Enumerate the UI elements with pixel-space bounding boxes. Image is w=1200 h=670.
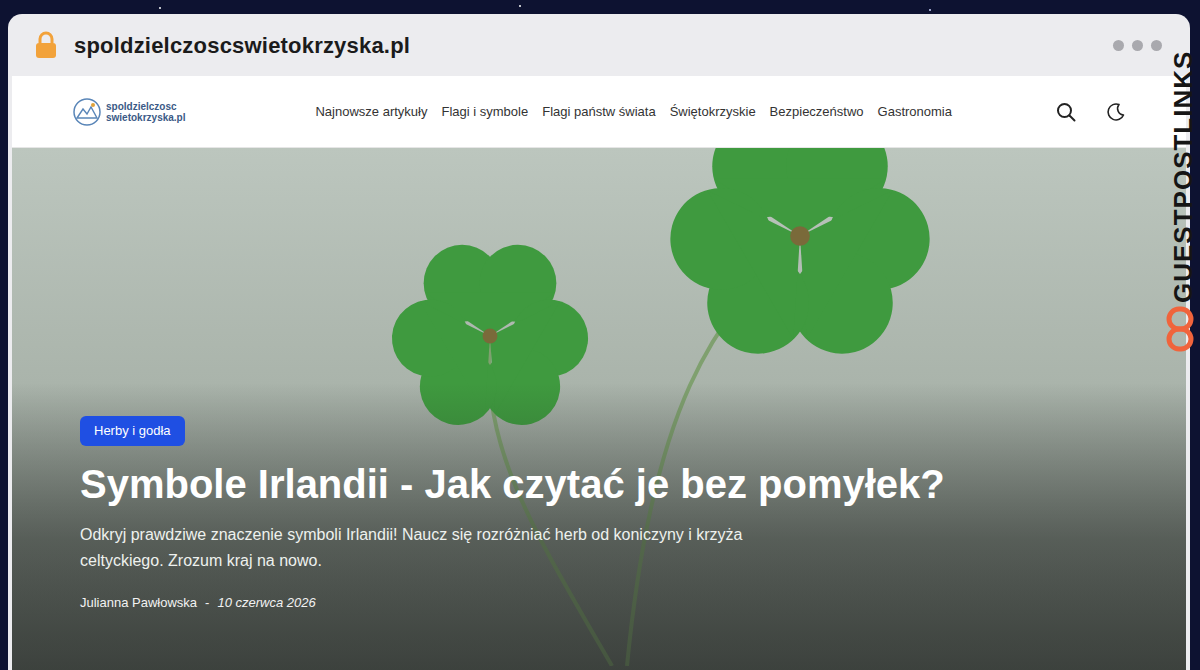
site-header: spoldzielczoscswietokrzyska.pl Najnowsze …	[12, 76, 1186, 148]
url-text[interactable]: spoldzielczoscswietokrzyska.pl	[74, 29, 410, 62]
window-dot[interactable]	[1113, 40, 1124, 51]
logo-line[interactable]: spoldzielczosc	[106, 101, 185, 112]
publish-date: 10 czerwca 2026	[217, 593, 315, 613]
hero-shade	[12, 148, 1186, 670]
article-meta: Julianna Pawłowska-10 czerwca 2026	[80, 593, 1146, 613]
nav-link[interactable]: Najnowsze artykuły	[315, 102, 427, 122]
article-title[interactable]: Symbole Irlandii - Jak czytać je bez pom…	[80, 460, 1146, 508]
hero-content: Herby i godła Symbole Irlandii - Jak czyt…	[12, 148, 1186, 670]
category-badge[interactable]: Herby i godła	[80, 416, 185, 446]
nav-link[interactable]: Świętokrzyskie	[670, 102, 756, 122]
nav-link[interactable]: Flagi i symbole	[441, 102, 528, 122]
site-logo[interactable]: spoldzielczoscswietokrzyska.pl	[72, 97, 185, 127]
nav-link[interactable]: Gastronomia	[878, 102, 952, 122]
window-controls	[1113, 40, 1162, 51]
moon-icon[interactable]	[1106, 102, 1126, 122]
window-dot[interactable]	[1132, 40, 1143, 51]
screenshot-stage: spoldzielczoscswietokrzyska.plspoldzielc…	[0, 0, 1200, 670]
lock-icon	[34, 31, 58, 59]
browser-window: spoldzielczoscswietokrzyska.plspoldzielc…	[8, 14, 1190, 670]
article-excerpt: Odkryj prawdziwe znaczenie symboli Irlan…	[80, 522, 780, 575]
address-bar: spoldzielczoscswietokrzyska.pl	[8, 14, 1190, 76]
window-dot[interactable]	[1151, 40, 1162, 51]
nav-link[interactable]: Flagi państw świata	[542, 102, 655, 122]
watermark-logo-icon	[1166, 306, 1194, 352]
hero-banner[interactable]: Herby i godła Symbole Irlandii - Jak czyt…	[12, 148, 1186, 670]
web-page: spoldzielczoscswietokrzyska.pl Najnowsze …	[12, 76, 1186, 670]
logo-text: spoldzielczoscswietokrzyska.pl	[106, 101, 185, 123]
meta-separator: -	[205, 593, 209, 613]
watermark-text: GUESTPOSTLINKS	[1165, 53, 1200, 303]
author-name[interactable]: Julianna Pawłowska	[80, 593, 197, 613]
nav-link[interactable]: Bezpieczeństwo	[770, 102, 864, 122]
main-nav: Najnowsze artykuły Flagi i symbole Flagi p…	[315, 102, 952, 122]
logo-line[interactable]: swietokrzyska.pl	[106, 112, 185, 123]
search-icon[interactable]	[1056, 102, 1076, 122]
header-actions	[1056, 102, 1126, 122]
logo-icon[interactable]	[72, 97, 102, 127]
